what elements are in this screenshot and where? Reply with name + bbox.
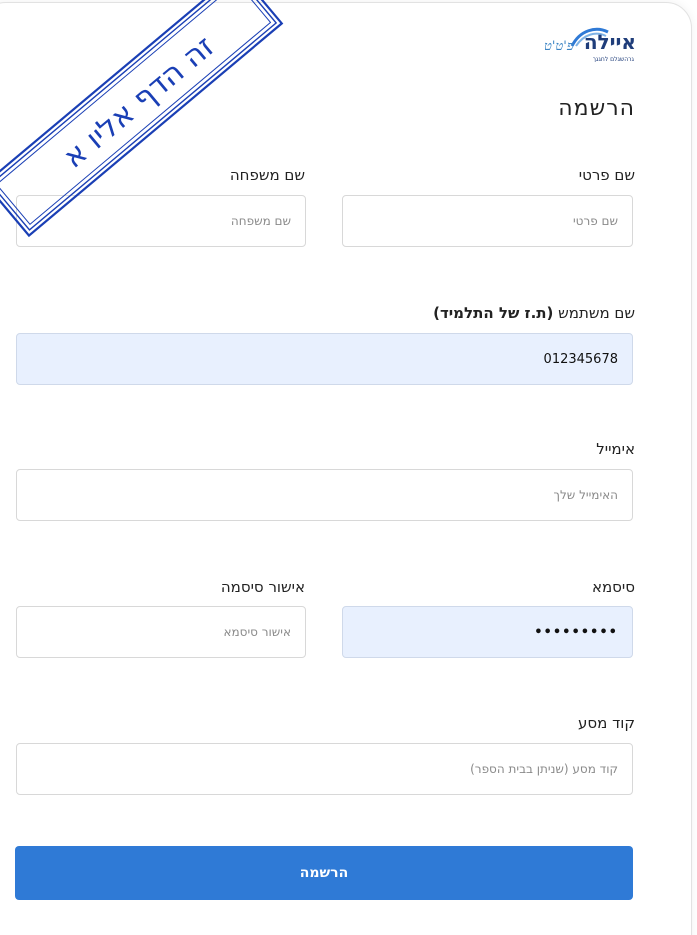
first-name-input[interactable]: שם פרטי xyxy=(342,195,633,247)
ayala-logo: פ'ט'ט איילה גרהשגלם לחגגך xyxy=(540,26,636,68)
register-button-label: הרשמה xyxy=(299,865,349,881)
logo-subtitle: גרהשגלם לחגגך xyxy=(592,56,634,63)
username-label-text: שם משתמש xyxy=(558,304,635,322)
password-input[interactable]: ••••••••• xyxy=(342,606,633,658)
register-button[interactable]: הרשמה xyxy=(15,846,633,900)
password-label: סיסמא xyxy=(591,578,635,596)
password-value: ••••••••• xyxy=(534,624,618,640)
email-input[interactable]: האימייל שלך xyxy=(16,469,633,521)
email-placeholder: האימייל שלך xyxy=(553,488,618,502)
travel-code-placeholder: קוד מסע (שניתן בבית הספר) xyxy=(470,762,618,776)
username-label-hint: (ת.ז של התלמיד) xyxy=(433,304,554,322)
page-title: הרשמה xyxy=(558,96,635,121)
confirm-password-label: אישור סיסמה xyxy=(220,578,305,596)
logo-script-text: פ'ט'ט xyxy=(544,39,574,54)
logo-main-text: איילה xyxy=(583,30,636,54)
last-name-input[interactable]: שם משפחה xyxy=(16,195,306,247)
email-label: אימייל xyxy=(596,440,635,458)
first-name-placeholder: שם פרטי xyxy=(572,214,618,228)
travel-code-label: קוד מסע xyxy=(578,714,635,732)
travel-code-input[interactable]: קוד מסע (שניתן בבית הספר) xyxy=(16,743,633,795)
first-name-label: שם פרטי xyxy=(578,166,635,184)
username-label: שם משתמש (ת.ז של התלמיד) xyxy=(433,304,635,322)
confirm-password-placeholder: אישור סיסמא xyxy=(223,625,292,639)
page: פ'ט'ט איילה גרהשגלם לחגגך הרשמה שם פרטי … xyxy=(0,0,697,935)
confirm-password-input[interactable]: אישור סיסמא xyxy=(16,606,306,658)
username-value: 012345678 xyxy=(543,351,618,367)
username-input[interactable]: 012345678 xyxy=(16,333,633,385)
last-name-label: שם משפחה xyxy=(229,166,305,184)
last-name-placeholder: שם משפחה xyxy=(230,214,291,228)
